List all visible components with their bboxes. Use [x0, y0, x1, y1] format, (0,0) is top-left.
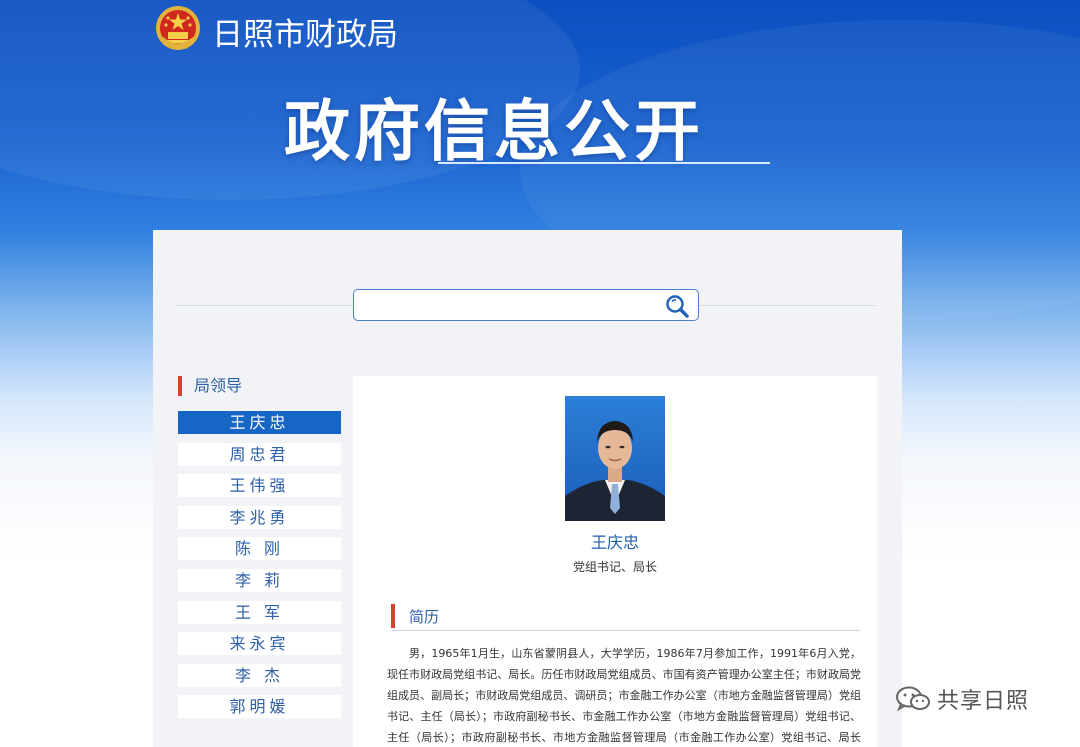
national-emblem-icon — [156, 6, 200, 50]
watermark: 共享日照 — [895, 684, 1029, 714]
sidebar-item-zhou-zhongjun[interactable]: 周忠君 — [178, 442, 341, 466]
sidebar-heading: 局领导 — [178, 376, 242, 396]
sidebar-item-guo-mingyuan[interactable]: 郭明媛 — [178, 695, 341, 719]
leader-nav-list: 王庆忠 周忠君 王伟强 李兆勇 陈 刚 李 莉 王 军 来永宾 李 杰 郭明媛 — [178, 411, 341, 727]
search-input[interactable] — [362, 290, 656, 320]
watermark-text: 共享日照 — [937, 689, 1030, 714]
sidebar-item-wang-qingzhong[interactable]: 王庆忠 — [178, 411, 341, 434]
sidebar-item-wang-jun[interactable]: 王 军 — [178, 600, 341, 624]
biography-text: 男，1965年1月生，山东省蒙阴县人，大学学历，1986年7月参加工作，1991… — [387, 647, 861, 744]
search-icon[interactable] — [664, 293, 690, 319]
search-box — [353, 289, 699, 321]
banner-underline — [438, 162, 770, 164]
person-position: 党组书记、局长 — [572, 560, 657, 574]
person-name: 王庆忠 — [590, 533, 639, 552]
page: 日照市财政局 政府信息公开 局领导 王庆忠 周忠君 王伟强 李兆勇 陈 刚 李 … — [0, 0, 1080, 747]
wechat-icon — [896, 686, 930, 712]
profile-card: 王庆忠 党组书记、局长 简历 男，1965年1月生，山东省蒙阴县人，大学学历，1… — [353, 376, 877, 747]
sidebar-item-li-zhaoyong[interactable]: 李兆勇 — [178, 505, 341, 529]
sidebar-item-wang-weiqiang[interactable]: 王伟强 — [178, 474, 341, 498]
department-name: 日照市财政局 — [212, 17, 398, 53]
banner-title: 政府信息公开 — [284, 93, 704, 170]
resume-divider — [391, 630, 860, 631]
portrait-photo — [565, 396, 665, 521]
sidebar-item-lai-yongbin[interactable]: 来永宾 — [178, 632, 341, 656]
resume-heading: 简历 — [391, 604, 439, 628]
sidebar-item-chen-gang[interactable]: 陈 刚 — [178, 537, 341, 561]
sidebar-item-li-li[interactable]: 李 莉 — [178, 568, 341, 592]
sidebar-item-li-jie[interactable]: 李 杰 — [178, 663, 341, 687]
